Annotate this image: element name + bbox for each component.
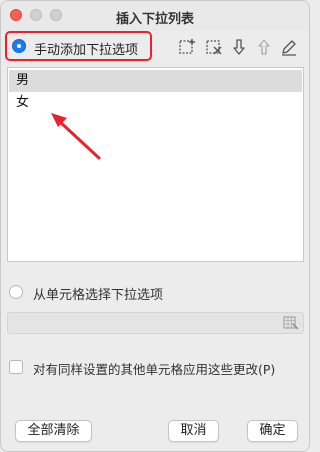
manual-option-label: 手动添加下拉选项 <box>34 43 139 58</box>
from-cell-option-radio[interactable] <box>9 285 23 299</box>
from-cell-option-label: 从单元格选择下拉选项 <box>33 288 164 303</box>
cell-range-input <box>7 312 304 334</box>
range-select-icon <box>283 316 299 330</box>
list-item[interactable]: 男 <box>9 70 302 92</box>
edit-icon[interactable] <box>280 38 298 56</box>
annotation-arrow-icon <box>51 113 101 160</box>
title-bar: 插入下拉列表 <box>1 1 309 31</box>
manual-option-radio[interactable] <box>12 39 26 53</box>
delete-item-icon[interactable] <box>205 38 223 56</box>
dialog-title: 插入下拉列表 <box>115 12 194 27</box>
move-down-icon[interactable] <box>230 38 248 56</box>
manual-option-row[interactable]: 手动添加下拉选项 <box>5 31 152 61</box>
ok-button[interactable]: 确定 <box>247 420 298 442</box>
clear-all-button[interactable]: 全部清除 <box>15 420 92 442</box>
move-up-icon[interactable] <box>255 38 273 56</box>
add-item-icon[interactable] <box>178 38 196 56</box>
insert-dropdown-dialog: 插入下拉列表 手动添加下拉选项 男 女 从单元格选择下拉选项 对有同样设置的其他… <box>0 0 310 452</box>
apply-to-others-label: 对有同样设置的其他单元格应用这些更改(P) <box>33 362 276 377</box>
apply-to-others-checkbox[interactable] <box>9 360 23 374</box>
cancel-button[interactable]: 取消 <box>168 420 219 442</box>
